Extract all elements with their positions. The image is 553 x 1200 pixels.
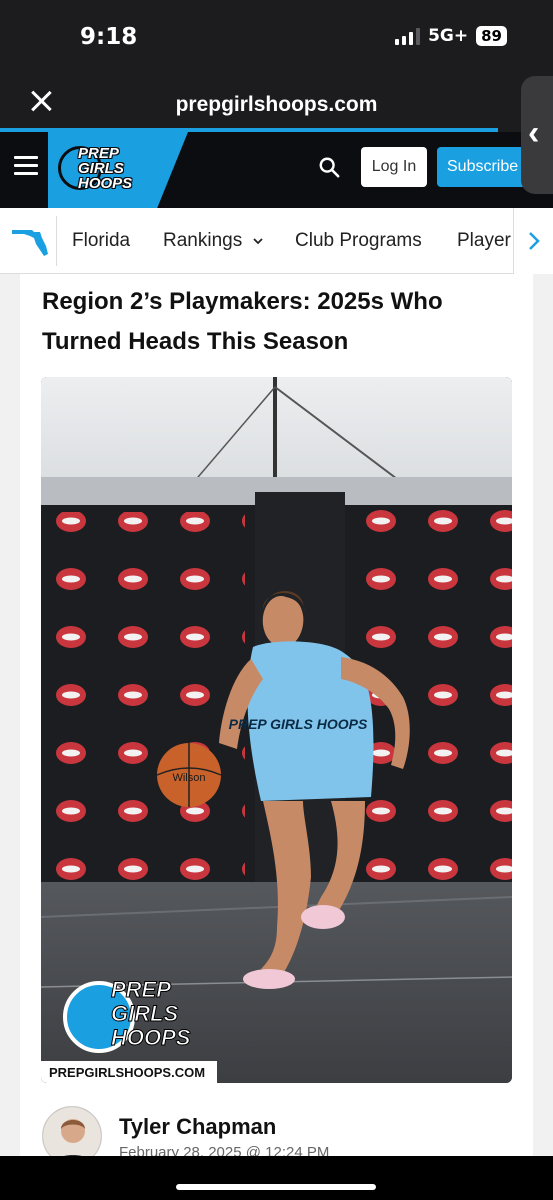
- home-indicator[interactable]: [176, 1184, 376, 1190]
- url-text[interactable]: prepgirlshoops.com: [0, 93, 553, 117]
- watermark-line3: HOOPS: [111, 1025, 191, 1050]
- logo-text: PREP GIRLS HOOPS: [78, 145, 133, 192]
- browser-url-bar: prepgirlshoops.com: [0, 78, 553, 132]
- article-card: Region 2’s Playmakers: 2025s Who Turned …: [20, 274, 533, 1156]
- chevron-down-icon: [252, 238, 263, 245]
- ball-brand-text: Wilson: [172, 772, 205, 784]
- side-panel-handle[interactable]: ‹: [521, 76, 553, 194]
- jersey-text: PREP GIRLS HOOPS: [229, 716, 368, 732]
- state-nav: Florida Rankings Club Programs Player: [0, 208, 553, 274]
- hero-photo: PREP GIRLS HOOPS Wilson PREP GIRLS HOOPS…: [41, 377, 512, 1083]
- battery-icon: 89: [476, 26, 507, 46]
- menu-icon[interactable]: [14, 156, 38, 176]
- article-headline[interactable]: Region 2’s Playmakers: 2025s Who Turned …: [42, 282, 502, 362]
- bottom-bar: [0, 1156, 553, 1200]
- watermark-line2: GIRLS: [111, 1001, 179, 1026]
- nav-item-florida[interactable]: Florida: [72, 230, 130, 252]
- nav-divider: [56, 216, 57, 266]
- chevron-left-icon: ‹: [528, 114, 540, 152]
- login-button[interactable]: Log In: [361, 147, 427, 187]
- chevron-right-icon: [528, 232, 540, 250]
- watermark-line1: PREP: [111, 977, 171, 1002]
- status-bar: 9:18 5G+ 89: [0, 0, 553, 78]
- florida-state-icon[interactable]: [10, 222, 50, 258]
- article-hero-image[interactable]: PREP GIRLS HOOPS Wilson PREP GIRLS HOOPS…: [41, 377, 512, 1083]
- article-date: February 28, 2025 @ 12:24 PM: [119, 1144, 330, 1156]
- status-indicators: 5G+ 89: [395, 26, 507, 46]
- author-avatar[interactable]: [42, 1106, 102, 1156]
- nav-scroll-right-button[interactable]: [513, 208, 553, 274]
- site-header: PREP GIRLS HOOPS Log In Subscribe: [0, 132, 553, 208]
- article-area: Region 2’s Playmakers: 2025s Who Turned …: [0, 274, 553, 1156]
- network-type: 5G+: [428, 26, 469, 46]
- nav-item-rankings[interactable]: Rankings: [163, 230, 264, 252]
- watermark-url: PREPGIRLSHOOPS.COM: [49, 1065, 205, 1080]
- author-name[interactable]: Tyler Chapman: [119, 1114, 276, 1140]
- nav-item-club-programs[interactable]: Club Programs: [295, 230, 422, 252]
- site-logo[interactable]: PREP GIRLS HOOPS: [48, 132, 188, 208]
- status-time: 9:18: [80, 24, 138, 50]
- nav-item-player[interactable]: Player: [457, 230, 511, 252]
- signal-icon: [395, 27, 421, 45]
- search-icon[interactable]: [318, 156, 340, 178]
